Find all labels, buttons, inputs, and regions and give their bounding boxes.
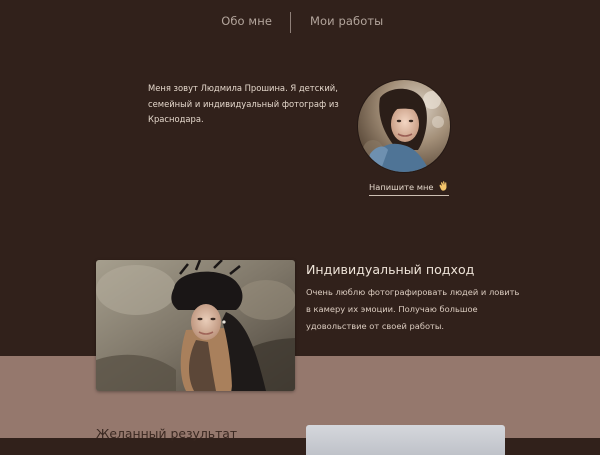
- portrait-photo: [96, 260, 295, 391]
- nav-divider: [290, 12, 291, 33]
- intro-text: Меня зовут Людмила Прошина. Я детский, с…: [148, 83, 339, 124]
- result-title: Желанный результат: [96, 426, 238, 441]
- nav-link-works[interactable]: Мои работы: [310, 14, 383, 28]
- result-photo: [306, 425, 505, 455]
- feature-title: Индивидуальный подход: [306, 262, 475, 277]
- lower-band: [0, 356, 600, 438]
- contact-link[interactable]: Напишите мне: [369, 181, 450, 196]
- feature-photo: [96, 260, 295, 391]
- avatar-photo: [358, 80, 450, 172]
- nav-link-about[interactable]: Обо мне: [221, 14, 272, 28]
- avatar: [358, 80, 450, 172]
- waving-hand-icon: [438, 181, 449, 191]
- contact-label: Напишите мне: [369, 182, 434, 192]
- feature-text: Очень люблю фотографировать людей и лови…: [306, 287, 520, 331]
- top-navigation: Обо мне Мои работы: [0, 0, 600, 44]
